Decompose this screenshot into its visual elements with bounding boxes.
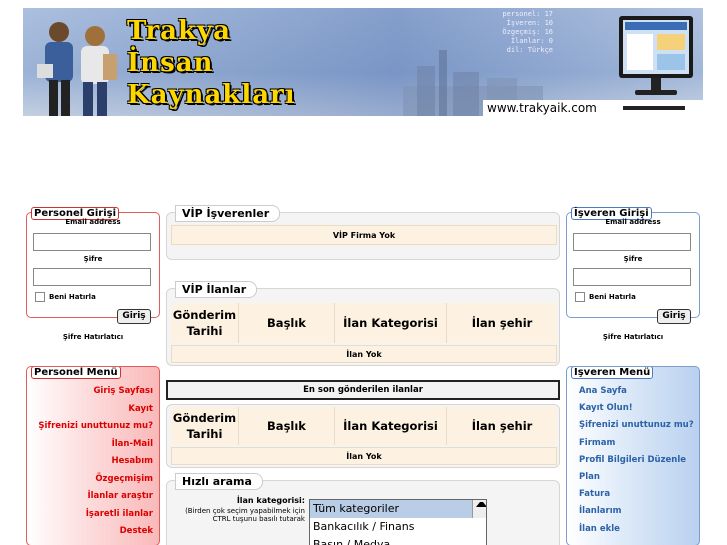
students-image	[37, 22, 117, 116]
vip-ilanlar-title: VİP İlanlar	[175, 281, 258, 298]
personel-menu-title: Personel Menü	[31, 367, 121, 379]
vip-col-gonderim[interactable]: Gönderim Tarihi	[171, 303, 239, 343]
isveren-menu-item-plan[interactable]: Plan	[567, 469, 699, 486]
listbox-scrollbar[interactable]	[472, 500, 486, 518]
header-banner: Trakya İnsan Kaynakları personel: 17 İşv…	[23, 8, 703, 116]
personel-login-box: Personel Girişi Email address Şifre Beni…	[26, 207, 160, 324]
personel-password-label: Şifre	[83, 255, 103, 263]
stat-ozgecmis: Özgeçmiş: 16	[502, 28, 553, 36]
site-url: www.trakyaik.com	[483, 100, 703, 116]
monitor-image	[619, 16, 693, 95]
page: Trakya İnsan Kaynakları personel: 17 İşv…	[0, 0, 727, 545]
personel-login-button[interactable]: Giriş	[117, 309, 151, 324]
isveren-password-label: Şifre	[623, 255, 643, 263]
isveren-password-input[interactable]	[573, 268, 691, 286]
personel-menu-item-ilan-mail[interactable]: İlan-Mail	[27, 436, 159, 454]
latest-ilanlar-header: En son gönderilen ilanlar	[166, 380, 560, 400]
isveren-login-button[interactable]: Giriş	[657, 309, 691, 324]
url-underline-bar	[623, 106, 685, 110]
site-title-line-2: İnsan	[127, 48, 214, 78]
isveren-email-input[interactable]	[573, 233, 691, 251]
category-label: İlan kategorisi:	[175, 497, 305, 505]
category-listbox[interactable]: Tüm kategoriler Bankacılık / Finans Bası…	[309, 499, 487, 545]
latest-col-sehir[interactable]: İlan şehir	[447, 407, 557, 445]
isveren-menu-item-ana-sayfa[interactable]: Ana Sayfa	[567, 383, 699, 400]
isveren-menu-item-profil[interactable]: Profil Bilgileri Düzenle	[567, 452, 699, 469]
isveren-menu-item-fatura[interactable]: Fatura	[567, 486, 699, 503]
personel-menu-list: Giriş Sayfası Kayıt Şifrenizi unuttunuz …	[27, 383, 159, 541]
latest-col-kategori[interactable]: İlan Kategorisi	[335, 407, 447, 445]
vip-col-baslik[interactable]: Başlık	[239, 303, 335, 343]
stat-isveren: İşveren: 10	[506, 19, 553, 27]
latest-header-row: Gönderim Tarihi Başlık İlan Kategorisi İ…	[171, 407, 557, 445]
personel-menu-item-isaretli[interactable]: İşaretli ilanlar	[27, 506, 159, 524]
personel-menu-item-hesabim[interactable]: Hesabım	[27, 453, 159, 471]
site-stats: personel: 17 İşveren: 10 Özgeçmiş: 16 İl…	[463, 10, 553, 55]
vip-ilanlar-header-row: Gönderim Tarihi Başlık İlan Kategorisi İ…	[171, 303, 557, 343]
category-hint: (Birden çok seçim yapabilmek için CTRL t…	[185, 507, 305, 523]
stat-dil: dil: Türkçe	[506, 46, 553, 54]
vip-col-sehir[interactable]: İlan şehir	[447, 303, 557, 343]
personel-email-input[interactable]	[33, 233, 151, 251]
vip-col-kategori[interactable]: İlan Kategorisi	[335, 303, 447, 343]
isveren-login-box: İşveren Girişi Email address Şifre Beni …	[566, 207, 700, 324]
quick-search-panel: Hızlı arama İlan kategorisi: (Birden çok…	[166, 473, 560, 545]
isveren-menu-item-kayit[interactable]: Kayıt Olun!	[567, 400, 699, 417]
personel-remember-label: Beni Hatırla	[49, 293, 96, 301]
category-option[interactable]: Bankacılık / Finans	[310, 518, 486, 536]
vip-isverenler-panel: VİP İşverenler VİP Firma Yok	[166, 205, 560, 260]
personel-password-input[interactable]	[33, 268, 151, 286]
isveren-menu-title: İşveren Menü	[571, 367, 654, 379]
isveren-forgot-password-link[interactable]: Şifre Hatırlatıcı	[566, 333, 700, 341]
category-option[interactable]: Tüm kategoriler	[310, 500, 486, 518]
personel-menu-item-destek[interactable]: Destek	[27, 523, 159, 541]
isveren-menu-item-ilanlarim[interactable]: İlanlarım	[567, 503, 699, 520]
scroll-up-arrow-icon[interactable]	[476, 502, 486, 507]
category-label-text: İlan kategorisi:	[236, 496, 305, 505]
personel-menu-item-kayit[interactable]: Kayıt	[27, 401, 159, 419]
personel-menu-item-sifre[interactable]: Şifrenizi unuttunuz mu?	[27, 418, 159, 436]
vip-ilanlar-panel: VİP İlanlar Gönderim Tarihi Başlık İlan …	[166, 281, 560, 366]
isveren-remember-label: Beni Hatırla	[589, 293, 636, 301]
personel-menu-item-giris[interactable]: Giriş Sayfası	[27, 383, 159, 401]
isveren-menu: İşveren Menü Ana Sayfa Kayıt Olun! Şifre…	[566, 366, 700, 545]
quick-search-title: Hızlı arama	[175, 473, 263, 490]
stat-personel: personel: 17	[502, 10, 553, 18]
latest-col-gonderim[interactable]: Gönderim Tarihi	[171, 407, 239, 445]
personel-remember-checkbox[interactable]	[35, 292, 45, 302]
latest-ilanlar-empty: İlan Yok	[171, 447, 557, 465]
site-url-text: www.trakyaik.com	[487, 101, 597, 115]
isveren-menu-item-sifre[interactable]: Şifrenizi unuttunuz mu?	[567, 417, 699, 434]
personel-forgot-password-link[interactable]: Şifre Hatırlatıcı	[26, 333, 160, 341]
vip-isverenler-empty: VİP Firma Yok	[171, 225, 557, 245]
vip-isverenler-title: VİP İşverenler	[175, 205, 281, 222]
isveren-menu-item-ilan-ekle[interactable]: İlan ekle	[567, 521, 699, 538]
stat-ilanlar: İlanlar: 0	[510, 37, 553, 45]
site-title-line-1: Trakya	[127, 16, 231, 46]
personel-menu-item-ilanlar-arastir[interactable]: İlanlar araştır	[27, 488, 159, 506]
isveren-email-label: Email address	[605, 218, 661, 226]
isveren-remember-checkbox[interactable]	[575, 292, 585, 302]
personel-menu: Personel Menü Giriş Sayfası Kayıt Şifren…	[26, 366, 160, 545]
latest-ilanlar-panel: Gönderim Tarihi Başlık İlan Kategorisi İ…	[166, 404, 560, 468]
category-option[interactable]: Basın / Medya	[310, 536, 486, 545]
site-title-line-3: Kaynakları	[127, 80, 296, 110]
isveren-menu-list: Ana Sayfa Kayıt Olun! Şifrenizi unuttunu…	[567, 383, 699, 538]
vip-ilanlar-empty: İlan Yok	[171, 345, 557, 363]
personel-menu-item-ozgecmis[interactable]: Özgeçmişim	[27, 471, 159, 489]
isveren-menu-item-firmam[interactable]: Firmam	[567, 435, 699, 452]
latest-col-baslik[interactable]: Başlık	[239, 407, 335, 445]
personel-email-label: Email address	[65, 218, 121, 226]
